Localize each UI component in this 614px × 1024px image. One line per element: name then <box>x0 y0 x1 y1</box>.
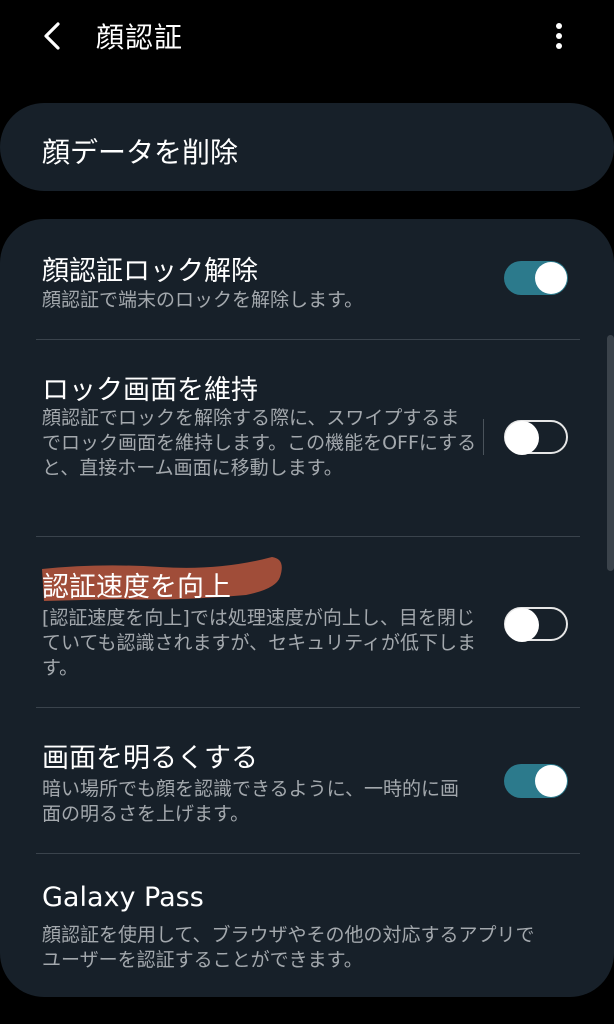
face-unlock-title: 顔認証ロック解除 <box>42 256 258 287</box>
setting-faster-recognition[interactable]: 認証速度を向上 [認証速度を向上]では処理速度が向上し、目を閉じていても認識され… <box>0 537 614 707</box>
delete-face-data-label: 顔データを削除 <box>42 136 239 169</box>
back-button[interactable] <box>34 14 74 58</box>
back-arrow-icon <box>44 22 60 50</box>
page-title: 顔認証 <box>96 21 184 54</box>
galaxy-pass-description: 顔認証を使用して、ブラウザやその他の対応するアプリでユーザーを認証することができ… <box>42 924 535 971</box>
face-unlock-toggle[interactable] <box>504 261 568 295</box>
setting-galaxy-pass[interactable]: Galaxy Pass 顔認証を使用して、ブラウザやその他の対応するアプリでユー… <box>0 854 614 997</box>
toggle-separator <box>483 419 484 455</box>
faster-recognition-description: [認証速度を向上]では処理速度が向上し、目を閉じていても認識されますが、セキュリ… <box>42 607 476 679</box>
brighten-screen-title: 画面を明るくする <box>42 743 258 774</box>
settings-card: 顔認証ロック解除 顔認証で端末のロックを解除します。 ロック画面を維持 顔認証で… <box>0 219 614 997</box>
stay-on-lock-screen-title: ロック画面を維持 <box>42 375 258 406</box>
faster-recognition-title: 認証速度を向上 <box>42 572 231 603</box>
brighten-screen-description: 暗い場所でも顔を認識できるように、一時的に画面の明るさを上げます。 <box>42 778 460 825</box>
setting-brighten-screen[interactable]: 画面を明るくする 暗い場所でも顔を認識できるように、一時的に画面の明るさを上げま… <box>0 708 614 853</box>
app-bar: 顔認証 <box>0 0 614 80</box>
faster-recognition-toggle[interactable] <box>504 607 568 642</box>
setting-stay-on-lock-screen[interactable]: ロック画面を維持 顔認証でロックを解除する際に、スワイプするまでロック画面を維持… <box>0 340 614 536</box>
stay-on-lock-screen-description: 顔認証でロックを解除する際に、スワイプするまでロック画面を維持します。この機能を… <box>42 407 477 479</box>
face-unlock-description: 顔認証で端末のロックを解除します。 <box>42 289 364 311</box>
brighten-screen-toggle[interactable] <box>504 764 568 798</box>
stay-on-lock-screen-toggle[interactable] <box>504 420 568 455</box>
more-options-icon <box>556 23 562 29</box>
more-options-button[interactable] <box>542 14 576 58</box>
galaxy-pass-title: Galaxy Pass <box>42 882 204 913</box>
scrollbar[interactable] <box>607 335 614 571</box>
delete-face-data-button[interactable]: 顔データを削除 <box>0 103 614 191</box>
setting-face-unlock[interactable]: 顔認証ロック解除 顔認証で端末のロックを解除します。 <box>0 219 614 339</box>
